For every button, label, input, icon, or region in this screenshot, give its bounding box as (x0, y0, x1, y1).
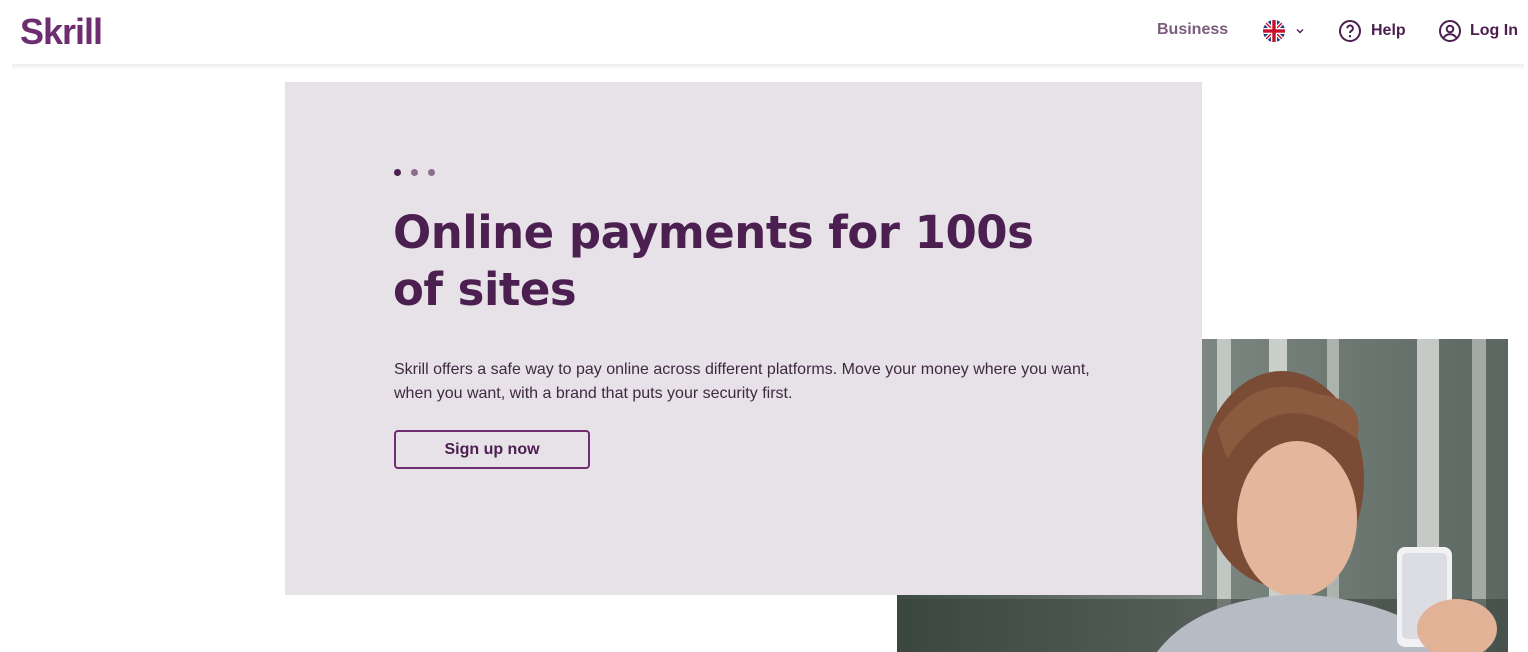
carousel-dot[interactable] (411, 169, 418, 176)
hero-card: Online payments for 100s of sites Skrill… (285, 82, 1202, 595)
chevron-down-icon (1296, 29, 1304, 34)
header-divider (12, 64, 1524, 70)
hero-title: Online payments for 100s of sites (393, 206, 1034, 316)
uk-flag-icon (1263, 20, 1285, 42)
help-link[interactable]: Help (1338, 19, 1406, 43)
user-circle-icon (1439, 20, 1461, 42)
site-header: Skrill Business Help Log In (0, 0, 1528, 66)
login-link[interactable]: Log In (1438, 19, 1518, 43)
hero-description: Skrill offers a safe way to pay online a… (394, 361, 1090, 402)
business-link[interactable]: Business (1157, 21, 1228, 39)
sign-up-button[interactable]: Sign up now (394, 430, 590, 469)
help-circle-icon (1339, 20, 1361, 42)
carousel-dot[interactable] (428, 169, 435, 176)
skrill-logo[interactable]: Skrill (20, 11, 103, 53)
carousel-dots (394, 169, 435, 176)
carousel-dot-active[interactable] (394, 169, 401, 176)
login-label: Log In (1470, 22, 1518, 39)
help-label: Help (1371, 22, 1406, 39)
language-selector[interactable] (1263, 20, 1305, 42)
